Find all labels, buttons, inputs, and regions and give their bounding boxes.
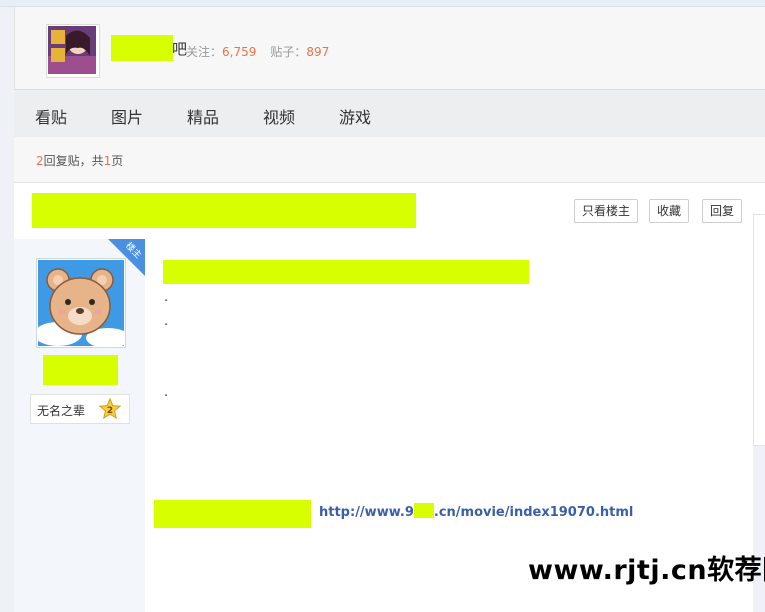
reply-count: 2 [36,154,44,168]
forum-name-redacted [111,35,173,61]
follow-label: 关注： [186,45,223,59]
posts-label: 贴子： [270,45,307,59]
forum-nav: 看贴 图片 精品 视频 游戏 [14,89,765,138]
reply-label: 回复贴，共 [43,154,104,168]
site-watermark: www.rjtj.cn软荐网 [528,555,765,586]
post-line-dot: . [164,314,169,329]
forum-name-tail[interactable]: 吧 [172,38,187,59]
posts-count: 897 [306,45,330,59]
top-strip [0,0,765,7]
nav-tab-images[interactable]: 图片 [111,104,143,128]
author-panel: 无名之辈 2 [14,239,145,612]
follow-count: 6,759 [222,45,257,59]
forum-avatar[interactable] [46,24,100,78]
favorite-button[interactable]: 收藏 [649,199,690,223]
thread-title-bar: 只看楼主 收藏 回复 [14,182,765,240]
reply-button[interactable]: 回复 [702,199,743,223]
op-tag-icon: 楼主 [108,239,145,276]
link-domain-redacted [413,503,434,518]
page-label: 页 [111,154,124,168]
level-number: 2 [107,406,113,416]
link-suffix: .cn/movie/index19070.html [433,505,634,520]
level-title: 无名之辈 [37,404,86,418]
forum-avatar-image [48,26,96,74]
pager-bar: 2回复贴，共1页 [14,137,765,182]
level-star-icon: 2 [99,398,121,420]
link-prefix: http://www.9 [319,505,414,520]
link-label-redacted [154,500,311,528]
nav-tab-videos[interactable]: 视频 [263,104,295,128]
post-line-dot: . [164,385,169,400]
only-op-button[interactable]: 只看楼主 [574,199,639,223]
author-level-badge[interactable]: 无名之辈 2 [30,394,130,424]
post-line-dot: . [164,290,169,305]
forum-stats: 关注：6,759 贴子：897 [186,43,329,60]
author-name-redacted [43,355,118,385]
nav-tab-threads[interactable]: 看贴 [35,104,67,128]
forum-header: 吧 关注：6,759 贴子：897 [14,7,765,89]
reply-summary: 2回复贴，共1页 [36,152,123,169]
nav-tab-games[interactable]: 游戏 [339,104,371,128]
nav-tab-featured[interactable]: 精品 [187,104,219,128]
post-right-edge [753,214,765,446]
post-line-redacted [163,260,529,284]
thread-title-redacted [32,193,416,228]
movie-link[interactable]: http://www.9 .cn/movie/index19070.html [319,503,633,520]
